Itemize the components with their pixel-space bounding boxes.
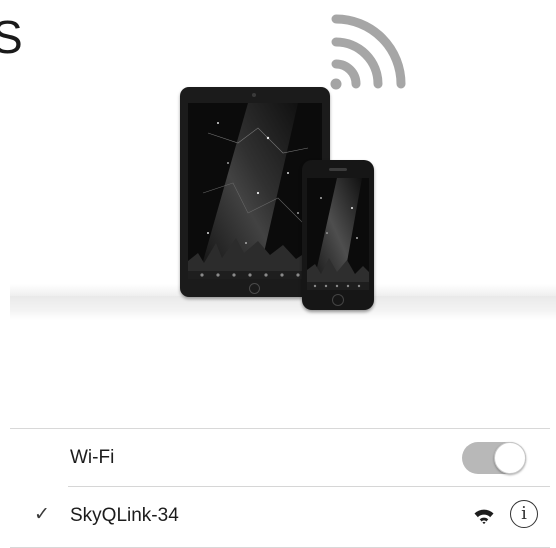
phone-sky-map-image (307, 178, 369, 290)
floor (10, 296, 556, 320)
network-name: SkyQLink-34 (70, 505, 179, 526)
tablet-camera (252, 93, 256, 97)
tablet-home-button (249, 283, 260, 294)
phone-device-image (302, 160, 374, 310)
cropped-heading-letter: S (0, 11, 23, 63)
wifi-toggle[interactable] (462, 442, 526, 474)
wifi-settings-panel: Wi-Fi ✓ SkyQLink-34 i (10, 428, 550, 548)
network-row-skyqlink[interactable]: ✓ SkyQLink-34 i (10, 487, 550, 545)
phone-screen (307, 178, 369, 290)
phone-speaker (329, 168, 347, 171)
info-icon[interactable]: i (510, 500, 538, 528)
wifi-toggle-knob (494, 442, 526, 474)
wifi-toggle-row: Wi-Fi (10, 429, 550, 487)
checkmark-icon: ✓ (34, 504, 50, 525)
phone-home-button (332, 294, 344, 306)
wifi-strength-icon (474, 509, 494, 524)
wifi-label: Wi-Fi (70, 447, 115, 468)
wifi-signal-icon (330, 14, 406, 90)
